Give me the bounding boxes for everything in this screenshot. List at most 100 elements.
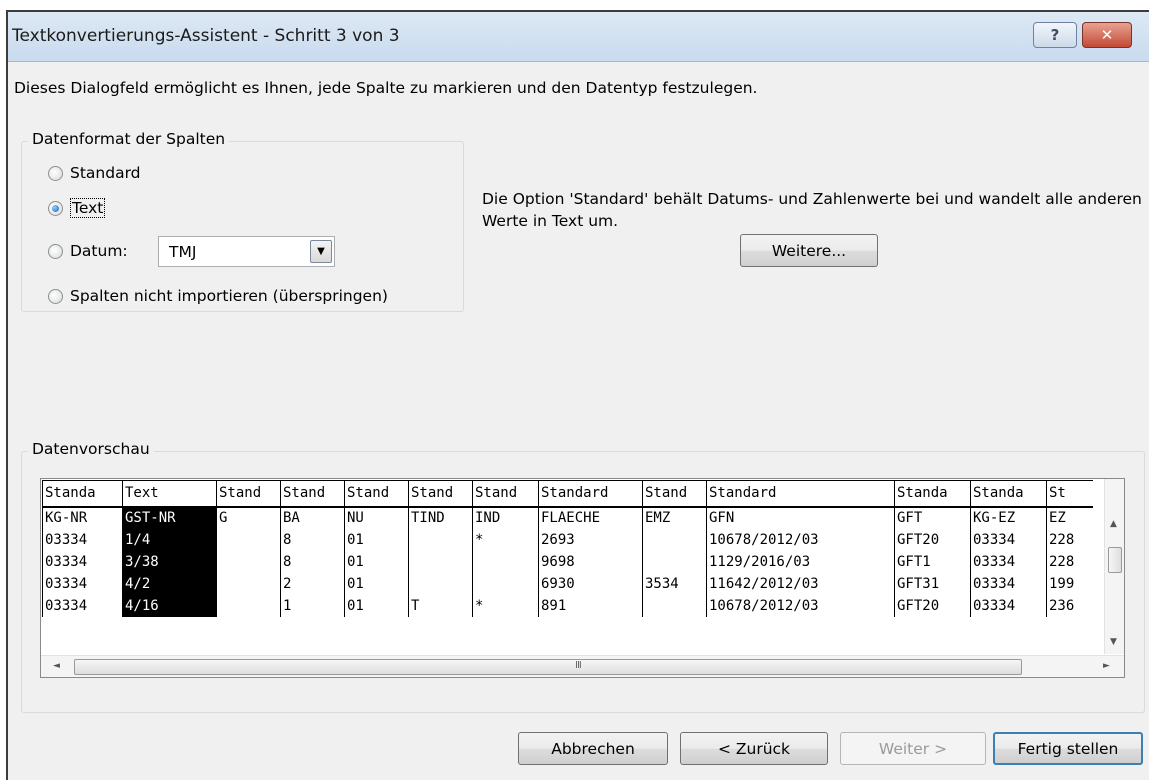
preview-cell[interactable] [216, 594, 281, 617]
column-type-header[interactable]: St [1046, 480, 1093, 508]
vertical-scrollbar[interactable]: ▲ ▼ [1104, 479, 1124, 654]
column-type-header[interactable]: Stand [472, 480, 539, 508]
preview-cell[interactable]: KG-EZ [970, 506, 1047, 529]
preview-cell[interactable]: 3/38 [122, 550, 217, 573]
preview-cell[interactable]: GFT20 [894, 528, 971, 551]
preview-cell[interactable]: KG-NR [42, 506, 123, 529]
column-type-header[interactable]: Standard [538, 480, 643, 508]
chevron-down-icon[interactable]: ▼ [310, 240, 332, 263]
date-format-select[interactable]: TMJ ▼ [158, 236, 335, 267]
radio-standard[interactable]: Standard [48, 164, 141, 182]
preview-cell[interactable] [642, 550, 707, 573]
preview-cell[interactable]: 8 [280, 528, 345, 551]
preview-cell[interactable]: 01 [344, 550, 409, 573]
preview-cell[interactable]: EZ [1046, 506, 1093, 529]
column-type-header[interactable]: Stand [280, 480, 345, 508]
preview-cell[interactable]: 03334 [42, 550, 123, 573]
close-button[interactable]: ✕ [1082, 22, 1132, 48]
preview-cell[interactable]: G [216, 506, 281, 529]
preview-cell[interactable]: 9698 [538, 550, 643, 573]
preview-cell[interactable]: NU [344, 506, 409, 529]
preview-cell[interactable]: 11642/2012/03 [706, 572, 895, 595]
preview-cell[interactable]: 01 [344, 572, 409, 595]
preview-cell[interactable] [472, 572, 539, 595]
preview-cell[interactable]: 1129/2016/03 [706, 550, 895, 573]
preview-cell[interactable]: GFN [706, 506, 895, 529]
preview-cell[interactable]: 1/4 [122, 528, 217, 551]
preview-cell[interactable]: * [472, 594, 539, 617]
horizontal-scrollbar[interactable]: ◄ III ► [41, 655, 1124, 677]
help-button[interactable]: ? [1033, 22, 1077, 48]
preview-cell[interactable]: GFT31 [894, 572, 971, 595]
preview-cell[interactable] [642, 594, 707, 617]
preview-cell[interactable] [472, 550, 539, 573]
preview-cell[interactable]: 03334 [970, 572, 1047, 595]
preview-cell[interactable]: 2693 [538, 528, 643, 551]
back-button[interactable]: < Zurück [680, 732, 828, 765]
radio-skip-column-label: Spalten nicht importieren (überspringen) [70, 287, 388, 305]
preview-cell[interactable] [408, 572, 473, 595]
cancel-button-label: Abbrechen [551, 739, 635, 758]
preview-cell[interactable] [642, 528, 707, 551]
preview-cell[interactable]: T [408, 594, 473, 617]
vertical-scroll-thumb[interactable] [1108, 547, 1122, 573]
column-type-header[interactable]: Stand [344, 480, 409, 508]
preview-cell[interactable]: GFT20 [894, 594, 971, 617]
preview-cell[interactable]: 2 [280, 572, 345, 595]
preview-cell[interactable]: 228 [1046, 528, 1093, 551]
scroll-right-icon[interactable]: ► [1103, 661, 1110, 671]
preview-cell[interactable]: EMZ [642, 506, 707, 529]
preview-cell[interactable] [216, 528, 281, 551]
preview-cell[interactable] [216, 572, 281, 595]
scroll-up-icon[interactable]: ▲ [1110, 519, 1117, 529]
column-type-header[interactable]: Text [122, 480, 217, 508]
preview-cell[interactable]: BA [280, 506, 345, 529]
preview-cell[interactable]: 6930 [538, 572, 643, 595]
preview-cell[interactable]: 4/2 [122, 572, 217, 595]
preview-cell[interactable]: 01 [344, 528, 409, 551]
horizontal-scroll-thumb[interactable]: III [74, 659, 1022, 675]
preview-cell[interactable]: 03334 [970, 594, 1047, 617]
preview-cell[interactable]: 03334 [970, 550, 1047, 573]
scroll-left-icon[interactable]: ◄ [53, 661, 60, 671]
preview-cell[interactable]: 4/16 [122, 594, 217, 617]
preview-cell[interactable]: * [472, 528, 539, 551]
preview-cell[interactable]: 8 [280, 550, 345, 573]
preview-cell[interactable]: 01 [344, 594, 409, 617]
cancel-button[interactable]: Abbrechen [518, 732, 668, 765]
preview-cell[interactable] [408, 550, 473, 573]
column-type-header[interactable]: Stand [642, 480, 707, 508]
column-type-header[interactable]: Stand [216, 480, 281, 508]
finish-button[interactable]: Fertig stellen [993, 732, 1143, 765]
radio-skip-column[interactable]: Spalten nicht importieren (überspringen) [48, 287, 388, 305]
column-type-header[interactable]: Standa [42, 480, 123, 508]
preview-cell[interactable] [408, 528, 473, 551]
preview-cell[interactable]: 03334 [42, 572, 123, 595]
preview-cell[interactable]: 10678/2012/03 [706, 594, 895, 617]
preview-cell[interactable]: 03334 [42, 528, 123, 551]
preview-cell[interactable]: TIND [408, 506, 473, 529]
column-type-header[interactable]: Standard [706, 480, 895, 508]
preview-cell[interactable]: 891 [538, 594, 643, 617]
preview-cell[interactable]: 228 [1046, 550, 1093, 573]
preview-cell[interactable]: 3534 [642, 572, 707, 595]
column-type-header[interactable]: Standa [894, 480, 971, 508]
preview-cell[interactable]: 1 [280, 594, 345, 617]
preview-cell[interactable]: FLAECHE [538, 506, 643, 529]
preview-cell[interactable]: 236 [1046, 594, 1093, 617]
more-button[interactable]: Weitere... [740, 234, 878, 267]
preview-cell[interactable]: GFT1 [894, 550, 971, 573]
preview-cell[interactable]: GFT [894, 506, 971, 529]
column-type-header[interactable]: Standa [970, 480, 1047, 508]
preview-cell[interactable]: 199 [1046, 572, 1093, 595]
preview-cell[interactable] [216, 550, 281, 573]
radio-text[interactable]: Text [48, 198, 106, 218]
radio-datum[interactable]: Datum: [48, 242, 128, 260]
preview-cell[interactable]: GST-NR [122, 506, 217, 529]
preview-cell[interactable]: 10678/2012/03 [706, 528, 895, 551]
column-type-header[interactable]: Stand [408, 480, 473, 508]
scroll-down-icon[interactable]: ▼ [1110, 637, 1117, 647]
preview-cell[interactable]: IND [472, 506, 539, 529]
preview-cell[interactable]: 03334 [970, 528, 1047, 551]
preview-cell[interactable]: 03334 [42, 594, 123, 617]
